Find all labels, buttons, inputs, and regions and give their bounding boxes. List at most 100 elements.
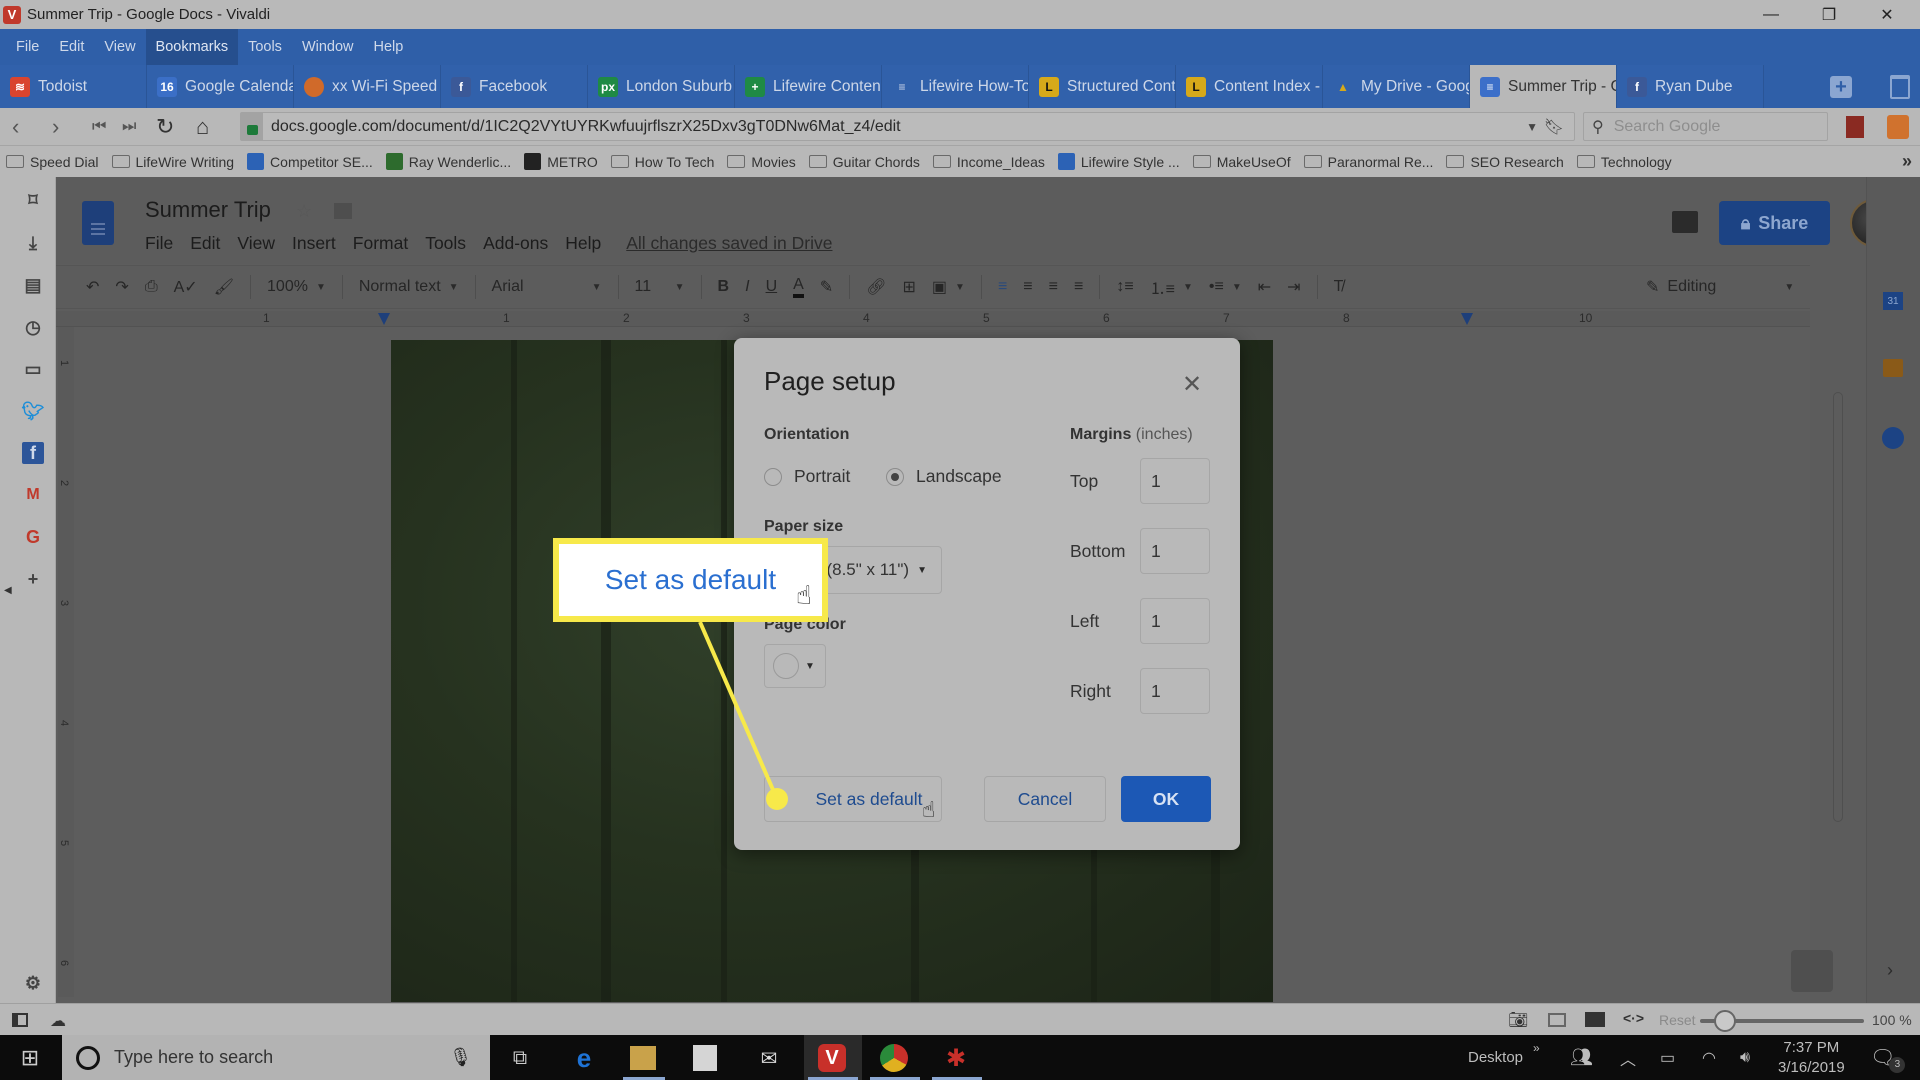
screenshot-icon[interactable]: 📷︎	[1508, 1010, 1528, 1030]
undo-icon[interactable]: ↶	[86, 277, 99, 297]
task-view-icon[interactable]: ⧉	[506, 1044, 534, 1072]
set-as-default-button[interactable]: Set as default	[764, 776, 942, 822]
landscape-radio[interactable]: Landscape	[886, 466, 1002, 487]
bookmark-speed-dial[interactable]: Speed Dial	[6, 154, 99, 170]
print-icon[interactable]: ⎙	[145, 278, 158, 296]
spellcheck-icon[interactable]: A✓	[174, 277, 198, 297]
back-icon[interactable]: ‹	[12, 114, 19, 140]
add-comment-icon[interactable]: ⊞	[903, 277, 916, 297]
panel-toggle-icon[interactable]	[12, 1013, 28, 1027]
tab-content-index[interactable]: L Content Index -	[1176, 65, 1323, 108]
cancel-button[interactable]: Cancel	[984, 776, 1106, 822]
google-icon[interactable]: G	[22, 526, 44, 548]
folder-icon[interactable]	[334, 203, 352, 219]
home-icon[interactable]: ⌂	[196, 114, 209, 140]
align-right-icon[interactable]: ≡	[1049, 278, 1058, 296]
restore-icon[interactable]: ❐	[1800, 0, 1858, 29]
add-panel-icon[interactable]: +	[22, 568, 44, 590]
bookmark-makeuseof[interactable]: MakeUseOf	[1192, 154, 1291, 170]
microphone-icon[interactable]: 🎙︎	[449, 1047, 472, 1068]
extension-avatar-icon[interactable]	[1887, 115, 1909, 139]
reload-icon[interactable]: ↻	[156, 114, 174, 140]
tab-google-calendar[interactable]: 16 Google Calenda	[147, 65, 294, 108]
menu-help[interactable]: Help	[364, 29, 414, 65]
docs-menu-file[interactable]: File	[145, 233, 173, 254]
margin-bottom-input[interactable]: 1	[1140, 528, 1210, 574]
twitter-icon[interactable]: 🐦︎	[22, 400, 45, 422]
fast-forward-icon[interactable]: ⏭	[122, 118, 136, 136]
bookmark-page-icon[interactable]: 🔖︎	[1544, 117, 1564, 137]
explore-button[interactable]	[1791, 950, 1833, 992]
docs-menu-help[interactable]: Help	[565, 233, 601, 254]
collapse-panel-icon[interactable]: ◀	[4, 585, 12, 596]
images-icon[interactable]	[1585, 1012, 1605, 1027]
margin-top-input[interactable]: 1	[1140, 458, 1210, 504]
bold-icon[interactable]: B	[718, 278, 730, 296]
align-left-icon[interactable]: ≡	[998, 278, 1007, 296]
bookmark-lifewire-writing[interactable]: LifeWire Writing	[111, 154, 234, 170]
url-dropdown-icon[interactable]: ▼	[1526, 120, 1538, 134]
tab-structured-content[interactable]: L Structured Conte	[1029, 65, 1176, 108]
menu-tools[interactable]: Tools	[238, 29, 292, 65]
edge-icon[interactable]: e	[570, 1043, 598, 1073]
editing-mode-select[interactable]: ✎ Editing ▼	[1646, 277, 1794, 297]
docs-logo-icon[interactable]	[82, 201, 114, 245]
new-tab-icon[interactable]: +	[1830, 76, 1852, 98]
highlight-icon[interactable]: ✎	[820, 277, 833, 297]
search-field[interactable]: ⚲ Search Google	[1583, 112, 1828, 141]
expand-toolbar-icon[interactable]: »	[1533, 1025, 1540, 1070]
numbered-list-icon[interactable]: ⒈≡ ▼	[1150, 275, 1193, 299]
tab-ryan-dube[interactable]: f Ryan Dube	[1617, 65, 1764, 108]
zoom-slider-handle[interactable]	[1714, 1010, 1736, 1032]
left-indent-marker[interactable]	[378, 313, 390, 325]
tab-wifi-speed[interactable]: xx Wi-Fi Speed T	[294, 65, 441, 108]
tasks-addon-icon[interactable]	[1882, 427, 1904, 449]
extension-icon[interactable]	[1846, 116, 1864, 138]
zoom-reset-button[interactable]: Reset	[1659, 1012, 1696, 1028]
ok-button[interactable]: OK	[1121, 776, 1211, 822]
star-icon[interactable]: ☆	[296, 201, 312, 222]
calendar-addon-icon[interactable]: 31	[1883, 292, 1903, 310]
close-icon[interactable]: ✕	[1858, 0, 1916, 29]
windows-start-icon[interactable]: ⊞	[16, 1044, 44, 1072]
bookmark-how-to-tech[interactable]: How To Tech	[610, 154, 714, 170]
line-spacing-icon[interactable]: ↕≡	[1116, 278, 1133, 296]
docs-menu-addons[interactable]: Add-ons	[483, 233, 548, 254]
download-icon[interactable]: ⤓	[22, 232, 44, 254]
docs-menu-format[interactable]: Format	[353, 233, 408, 254]
file-explorer-icon[interactable]	[630, 1046, 656, 1070]
menu-edit[interactable]: Edit	[49, 29, 94, 65]
notes-icon[interactable]: ▤	[22, 274, 44, 296]
decrease-indent-icon[interactable]: ⇤	[1258, 277, 1271, 297]
menu-bookmarks[interactable]: Bookmarks	[145, 29, 239, 65]
more-bookmarks-icon[interactable]: »	[1902, 151, 1912, 172]
trash-icon[interactable]	[1890, 75, 1910, 99]
vertical-scrollbar[interactable]	[1833, 392, 1843, 822]
vivaldi-icon[interactable]: V	[818, 1044, 846, 1072]
people-icon[interactable]: 👥︎	[1570, 1035, 1593, 1080]
url-field[interactable]: docs.google.com/document/d/1IC2Q2VYtUYRK…	[240, 112, 1575, 141]
bookmark-income-ideas[interactable]: Income_Ideas	[932, 154, 1045, 170]
tab-london-suburb[interactable]: px London Suburb	[588, 65, 735, 108]
italic-icon[interactable]: I	[745, 278, 749, 296]
paint-format-icon[interactable]: 🖌︎	[214, 277, 234, 297]
bookmark-lifewire-style[interactable]: Lifewire Style ...	[1057, 153, 1180, 170]
notifications-icon[interactable]: 🗨︎ 3	[1870, 1035, 1906, 1080]
bookmark-competitor[interactable]: Competitor SE...	[247, 153, 373, 170]
desktop-toolbar[interactable]: Desktop	[1468, 1035, 1523, 1080]
portrait-radio[interactable]: Portrait	[764, 466, 850, 487]
share-button[interactable]: 🔒︎ Share	[1719, 201, 1830, 245]
document-title[interactable]: Summer Trip	[145, 197, 271, 223]
bookmark-guitar-chords[interactable]: Guitar Chords	[808, 154, 920, 170]
clear-formatting-icon[interactable]: T̸	[1334, 278, 1344, 296]
settings-gear-icon[interactable]: ⚙	[22, 972, 44, 994]
facebook-icon[interactable]: f	[22, 442, 44, 464]
bookmark-icon[interactable]: ⌑	[22, 189, 44, 211]
margin-left-input[interactable]: 1	[1140, 598, 1210, 644]
docs-menu-edit[interactable]: Edit	[190, 233, 220, 254]
margin-right-input[interactable]: 1	[1140, 668, 1210, 714]
font-size-select[interactable]: 11 ▼	[635, 278, 685, 296]
tab-todoist[interactable]: ≋ Todoist	[0, 65, 147, 108]
right-indent-marker[interactable]	[1461, 313, 1473, 325]
taskbar-search[interactable]: Type here to search 🎙︎	[62, 1035, 490, 1080]
